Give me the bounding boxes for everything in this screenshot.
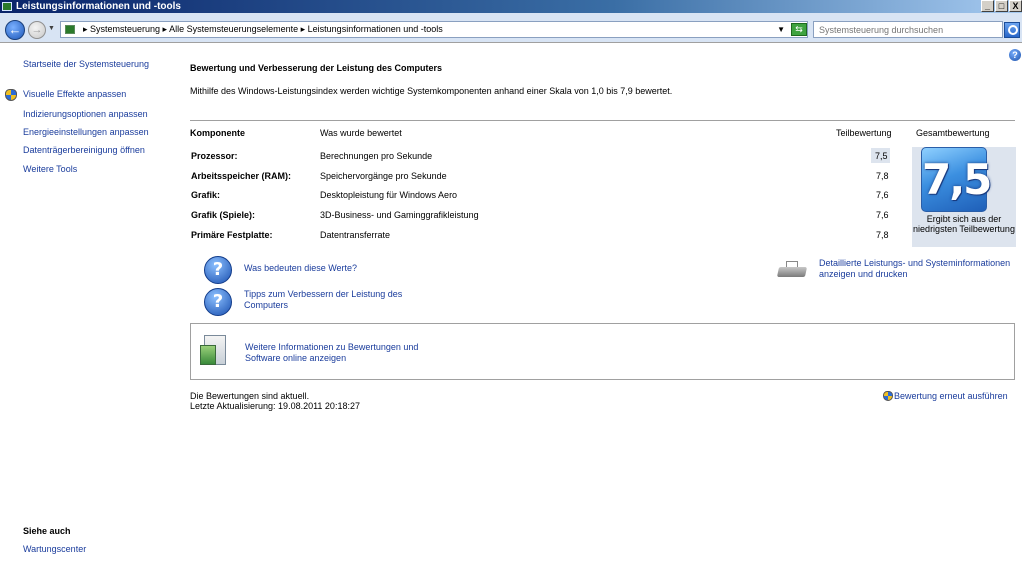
row-subscore: 7,8 bbox=[876, 171, 889, 181]
sidebar-link-action-center[interactable]: Wartungscenter bbox=[23, 544, 86, 554]
row-subscore: 7,6 bbox=[876, 210, 889, 220]
sidebar-link-power[interactable]: Energieeinstellungen anpassen bbox=[23, 127, 149, 137]
header-rated: Was wurde bewertet bbox=[320, 128, 402, 138]
row-component: Arbeitsspeicher (RAM): bbox=[191, 171, 292, 181]
sidebar-link-visual-effects[interactable]: Visuelle Effekte anpassen bbox=[23, 89, 126, 99]
sidebar-link-more-tools[interactable]: Weitere Tools bbox=[23, 164, 77, 174]
status-text: Die Bewertungen sind aktuell. Letzte Akt… bbox=[190, 391, 360, 411]
sidebar-link-indexing[interactable]: Indizierungsoptionen anpassen bbox=[23, 109, 148, 119]
online-info-link[interactable]: Weitere Informationen zu Bewertungen und… bbox=[245, 342, 440, 364]
rerun-label: Bewertung erneut ausführen bbox=[894, 391, 1008, 401]
rerun-assessment-button[interactable]: Bewertung erneut ausführen bbox=[883, 391, 1008, 401]
status-last-updated: Letzte Aktualisierung: 19.08.2011 20:18:… bbox=[190, 401, 360, 411]
page-title: Bewertung und Verbesserung der Leistung … bbox=[190, 63, 443, 73]
address-dropdown-chevron-icon[interactable]: ▼ bbox=[777, 22, 785, 37]
base-score-note: Ergibt sich aus der niedrigsten Teilbewe… bbox=[913, 214, 1015, 234]
sidebar-link-disk-cleanup[interactable]: Datenträgerbereinigung öffnen bbox=[23, 145, 145, 155]
row-component: Grafik: bbox=[191, 190, 221, 200]
maximize-button[interactable]: □ bbox=[995, 0, 1008, 12]
question-icon: ? bbox=[204, 288, 232, 316]
base-score-badge: 7,5 bbox=[921, 147, 992, 212]
header-subscore: Teilbewertung bbox=[836, 128, 892, 138]
breadcrumb[interactable]: ▸ Systemsteuerung ▸ Alle Systemsteuerung… bbox=[83, 22, 443, 37]
row-rated: Datentransferrate bbox=[320, 230, 391, 240]
row-component: Grafik (Spiele): bbox=[191, 210, 256, 220]
row-subscore: 7,8 bbox=[876, 230, 889, 240]
shield-icon bbox=[883, 391, 893, 401]
question-icon: ? bbox=[204, 256, 232, 284]
address-field[interactable]: ▸ Systemsteuerung ▸ Alle Systemsteuerung… bbox=[60, 21, 808, 38]
search-input[interactable] bbox=[814, 22, 1002, 37]
search-field[interactable] bbox=[813, 21, 1003, 38]
see-also-heading: Siehe auch bbox=[23, 526, 71, 536]
software-info-icon bbox=[200, 335, 228, 369]
row-rated: Desktopleistung für Windows Aero bbox=[320, 190, 458, 200]
tips-link[interactable]: Tipps zum Verbessern der Leistung des Co… bbox=[244, 289, 414, 311]
recent-pages-chevron-icon[interactable]: ▼ bbox=[48, 25, 55, 32]
row-rated: Speichervorgänge pro Sekunde bbox=[320, 171, 447, 181]
row-subscore: 7,5 bbox=[871, 148, 890, 163]
title-bar: Leistungsinformationen und -tools _ □ X bbox=[0, 0, 1022, 13]
base-score-value: 7,5 bbox=[922, 155, 992, 204]
header-basescore: Gesamtbewertung bbox=[916, 128, 990, 138]
close-button[interactable]: X bbox=[1009, 0, 1022, 12]
printer-icon bbox=[776, 261, 808, 279]
what-mean-link[interactable]: Was bedeuten diese Werte? bbox=[244, 263, 357, 274]
minimize-button[interactable]: _ bbox=[981, 0, 994, 12]
row-component: Primäre Festplatte: bbox=[191, 230, 273, 240]
row-subscore: 7,6 bbox=[876, 190, 889, 200]
search-icon[interactable] bbox=[1004, 22, 1020, 38]
back-arrow-icon[interactable]: ← bbox=[5, 20, 25, 40]
navigation-bar: ← → ▼ ▸ Systemsteuerung ▸ Alle Systemste… bbox=[0, 13, 1022, 43]
header-component: Komponente bbox=[190, 128, 245, 138]
shield-icon bbox=[5, 89, 17, 101]
row-component: Prozessor: bbox=[191, 151, 238, 161]
control-panel-icon bbox=[65, 25, 75, 34]
status-current: Die Bewertungen sind aktuell. bbox=[190, 391, 310, 401]
window-title: Leistungsinformationen und -tools bbox=[16, 1, 181, 12]
details-print-link[interactable]: Detaillierte Leistungs- und Systeminform… bbox=[819, 258, 1019, 280]
row-rated: Berechnungen pro Sekunde bbox=[320, 151, 433, 161]
window-app-icon bbox=[2, 2, 12, 11]
forward-arrow-icon[interactable]: → bbox=[28, 21, 46, 39]
help-icon[interactable]: ? bbox=[1009, 49, 1021, 61]
row-rated: 3D-Business- und Gaminggrafikleistung bbox=[320, 210, 479, 220]
refresh-icon[interactable]: ⇆ bbox=[791, 23, 807, 36]
page-description: Mithilfe des Windows-Leistungsindex werd… bbox=[190, 86, 673, 96]
sidebar-link-home[interactable]: Startseite der Systemsteuerung bbox=[23, 59, 149, 69]
divider bbox=[190, 120, 1015, 121]
